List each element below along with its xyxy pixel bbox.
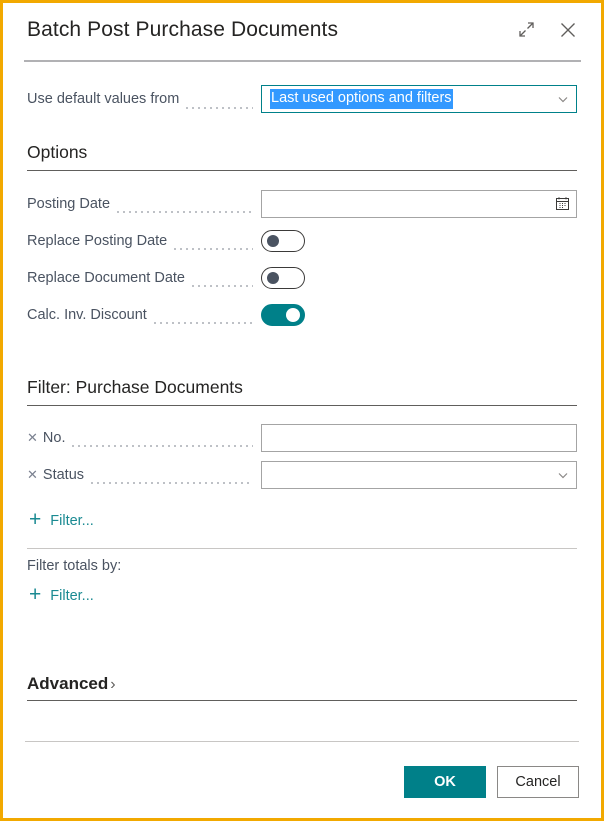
filter-status-field-slot (261, 461, 577, 489)
toggle-knob (267, 235, 279, 247)
use-default-values-value: Last used options and filters (270, 89, 453, 109)
remove-filter-icon[interactable]: ✕ (27, 431, 38, 444)
dot-leader (190, 277, 253, 291)
toggle-knob (286, 308, 300, 322)
replace-posting-date-toggle[interactable] (261, 230, 305, 252)
replace-document-date-label: Replace Document Date (27, 270, 190, 286)
filter-no-row: ✕ No. (27, 419, 577, 456)
use-default-values-field-slot: Last used options and filters (261, 85, 577, 113)
replace-document-date-slot (261, 267, 577, 289)
filter-status-label-group: ✕ Status (27, 467, 89, 483)
filter-divider (27, 405, 577, 406)
replace-document-date-row: Replace Document Date (27, 259, 577, 296)
calendar-icon[interactable] (549, 196, 570, 211)
replace-document-date-toggle[interactable] (261, 267, 305, 289)
toggle-knob (267, 272, 279, 284)
posting-date-input[interactable] (261, 190, 577, 218)
calc-inv-discount-label: Calc. Inv. Discount (27, 307, 152, 323)
add-totals-filter-label: Filter... (50, 588, 94, 604)
ok-button[interactable]: OK (404, 766, 486, 798)
calc-inv-discount-toggle[interactable] (261, 304, 305, 326)
use-default-values-label: Use default values from (27, 91, 184, 107)
filter-status-select[interactable] (261, 461, 577, 489)
close-icon[interactable] (553, 15, 583, 45)
dot-leader (115, 203, 253, 217)
filter-no-input[interactable] (261, 424, 577, 452)
page-title: Batch Post Purchase Documents (27, 18, 511, 42)
calc-inv-discount-slot (261, 304, 577, 326)
options-section: Options (27, 142, 577, 171)
posting-date-label: Posting Date (27, 196, 115, 212)
filter-no-field-slot (261, 424, 577, 452)
dot-leader (89, 474, 253, 488)
advanced-section: Advanced › (27, 674, 577, 701)
plus-icon: + (29, 584, 41, 605)
posting-date-field-slot (261, 190, 577, 218)
purchase-documents-filter-section: Filter: Purchase Documents (27, 377, 577, 406)
filter-status-label: Status (43, 467, 84, 483)
filter-no-label: No. (43, 430, 66, 446)
plus-icon: + (29, 509, 41, 530)
options-heading: Options (27, 142, 577, 170)
add-totals-filter-row: + Filter... (27, 579, 577, 612)
batch-post-purchase-documents-dialog: Batch Post Purchase Documents (0, 0, 604, 821)
replace-posting-date-label: Replace Posting Date (27, 233, 172, 249)
dot-leader (184, 99, 253, 113)
filter-totals-label: Filter totals by: (27, 549, 577, 576)
add-filter-row: + Filter... (27, 504, 577, 537)
add-totals-filter-button[interactable]: + Filter... (27, 579, 96, 612)
footer-buttons: OK Cancel (25, 766, 579, 798)
add-filter-label: Filter... (50, 513, 94, 529)
expand-diagonal-icon[interactable] (511, 15, 541, 45)
add-filter-button[interactable]: + Filter... (27, 504, 96, 537)
dialog-footer: OK Cancel (3, 741, 601, 818)
advanced-divider (27, 700, 577, 701)
calc-inv-discount-row: Calc. Inv. Discount (27, 296, 577, 333)
dialog-titlebar: Batch Post Purchase Documents (3, 3, 601, 56)
chevron-down-icon[interactable] (550, 92, 570, 106)
filter-no-label-group: ✕ No. (27, 430, 70, 446)
dot-leader (172, 240, 253, 254)
chevron-right-icon: › (110, 676, 115, 694)
replace-posting-date-row: Replace Posting Date (27, 222, 577, 259)
dot-leader (152, 314, 253, 328)
posting-date-row: Posting Date (27, 185, 577, 222)
advanced-toggle[interactable]: Advanced › (27, 674, 116, 694)
options-divider (27, 170, 577, 171)
use-default-values-row: Use default values from Last used option… (27, 80, 577, 118)
filter-status-row: ✕ Status (27, 456, 577, 493)
dialog-body: Use default values from Last used option… (3, 62, 601, 741)
dot-leader (70, 437, 253, 451)
titlebar-actions (511, 15, 583, 45)
filter-heading: Filter: Purchase Documents (27, 377, 577, 405)
footer-divider (25, 741, 579, 742)
remove-filter-icon[interactable]: ✕ (27, 468, 38, 481)
replace-posting-date-slot (261, 230, 577, 252)
advanced-label: Advanced (27, 674, 108, 694)
use-default-values-select[interactable]: Last used options and filters (261, 85, 577, 113)
cancel-button[interactable]: Cancel (497, 766, 579, 798)
chevron-down-icon[interactable] (550, 468, 570, 482)
